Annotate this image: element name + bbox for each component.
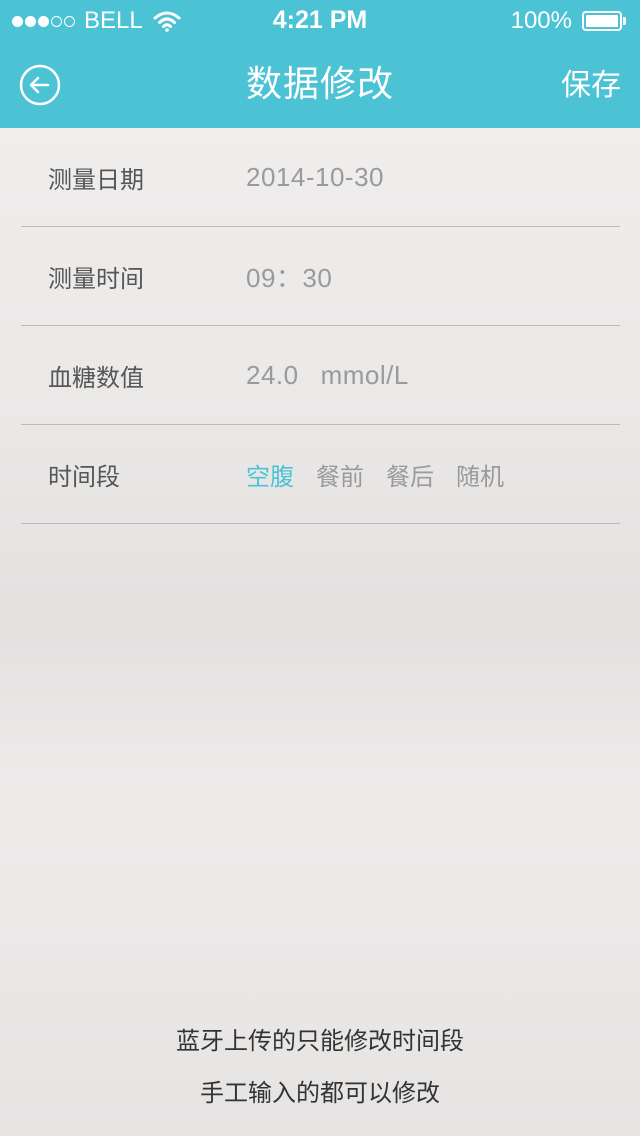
edit-form: 测量日期 2014-10-30 测量时间 09：30 血糖数值 24.0 mmo… xyxy=(21,128,620,524)
date-row[interactable]: 测量日期 2014-10-30 xyxy=(21,128,620,227)
period-option-before-meal[interactable]: 餐前 xyxy=(316,457,364,492)
glucose-label: 血糖数值 xyxy=(48,363,144,392)
glucose-value-text: 24.0 xyxy=(246,359,299,390)
save-button[interactable]: 保存 xyxy=(561,66,621,106)
status-right: 100% xyxy=(511,7,628,35)
nav-header: BELL 4:21 PM 100% 数据修改 保存 xyxy=(0,0,640,128)
footer-note-line1: 蓝牙上传的只能修改时间段 xyxy=(176,1027,464,1055)
page-title: 数据修改 xyxy=(245,64,394,105)
glucose-value[interactable]: 24.0 mmol/L xyxy=(246,326,409,424)
period-label: 时间段 xyxy=(48,462,120,491)
date-label: 测量日期 xyxy=(48,165,144,194)
date-value-text: 2014-10-30 xyxy=(246,161,384,192)
period-option-after-meal[interactable]: 餐后 xyxy=(386,457,434,492)
glucose-unit: mmol/L xyxy=(320,359,409,390)
glucose-row[interactable]: 血糖数值 24.0 mmol/L xyxy=(21,326,620,425)
footer-note-line2: 手工输入的都可以修改 xyxy=(200,1079,440,1107)
time-label: 测量时间 xyxy=(48,264,144,293)
battery-percent: 100% xyxy=(510,7,572,34)
period-row: 时间段 空腹 餐前 餐后 随机 xyxy=(21,425,620,524)
battery-icon xyxy=(582,10,628,32)
date-value[interactable]: 2014-10-30 xyxy=(246,128,384,226)
time-value[interactable]: 09：30 xyxy=(246,227,332,325)
status-bar: BELL 4:21 PM 100% xyxy=(0,0,640,40)
period-options: 空腹 餐前 餐后 随机 xyxy=(246,425,526,523)
period-option-fasting[interactable]: 空腹 xyxy=(246,457,294,492)
time-row[interactable]: 测量时间 09：30 xyxy=(21,227,620,326)
footer-note: 蓝牙上传的只能修改时间段 手工输入的都可以修改 xyxy=(0,1015,640,1119)
period-option-random[interactable]: 随机 xyxy=(456,457,504,492)
time-value-text: 09：30 xyxy=(246,262,333,293)
